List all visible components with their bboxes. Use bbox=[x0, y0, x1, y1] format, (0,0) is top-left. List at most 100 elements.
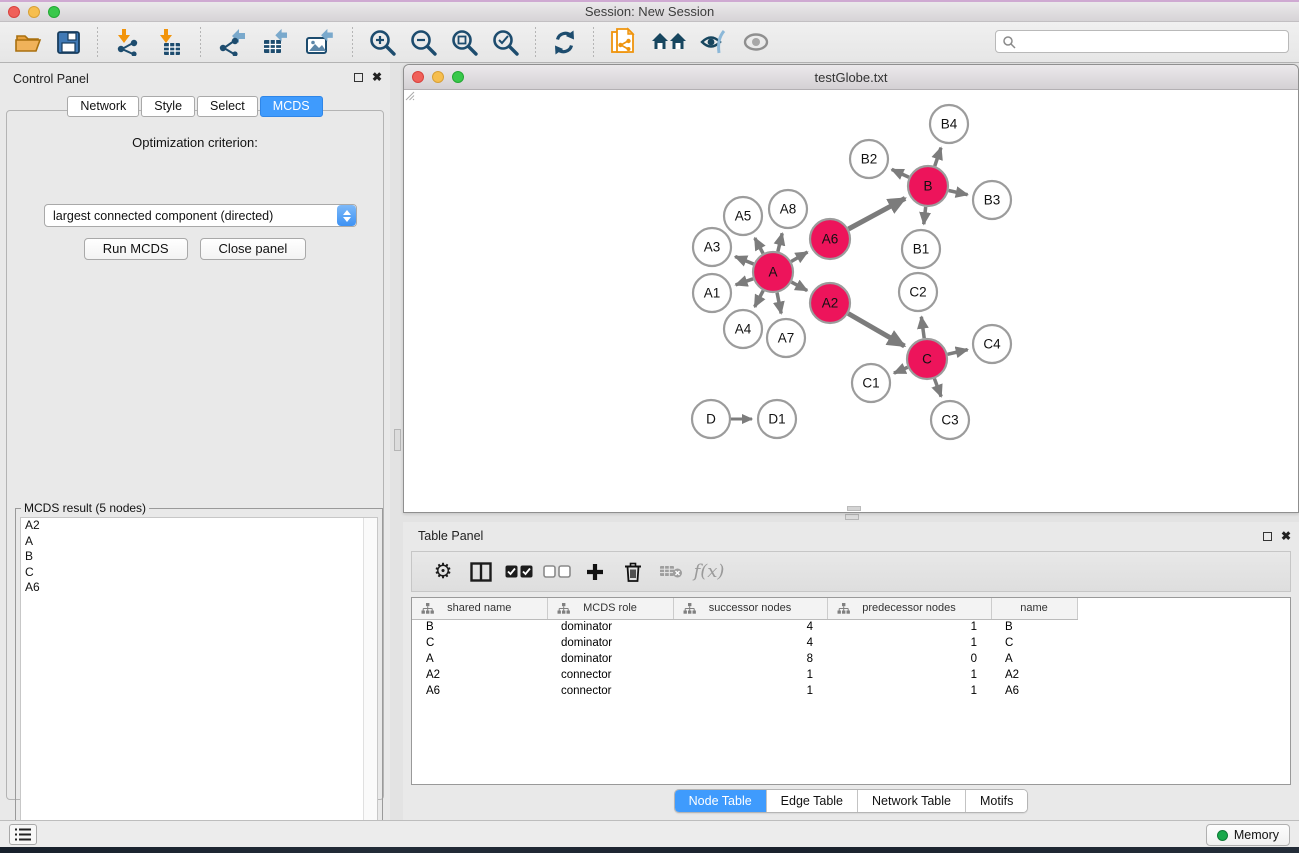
edge-B-B1[interactable] bbox=[924, 207, 926, 224]
table-row[interactable]: Bdominator41B bbox=[412, 619, 1290, 635]
split-divider-handle[interactable] bbox=[394, 429, 401, 451]
refresh-view-button[interactable] bbox=[545, 26, 584, 58]
delete-table-button[interactable] bbox=[652, 556, 690, 588]
node-C1[interactable]: C1 bbox=[852, 364, 890, 402]
node-A2[interactable]: A2 bbox=[810, 283, 850, 323]
table-row[interactable]: A6connector11A6 bbox=[412, 683, 1290, 699]
node-A5[interactable]: A5 bbox=[724, 197, 762, 235]
node-A8[interactable]: A8 bbox=[769, 190, 807, 228]
zoom-selected-button[interactable] bbox=[485, 26, 526, 58]
table-row[interactable]: Adominator80A bbox=[412, 651, 1290, 667]
close-panel-icon[interactable]: ✖ bbox=[372, 72, 382, 82]
search-input[interactable] bbox=[1020, 31, 1288, 52]
float-panel-icon[interactable] bbox=[354, 73, 363, 82]
edge-A-A4[interactable] bbox=[755, 291, 764, 307]
criterion-dropdown[interactable]: largest connected component (directed) bbox=[44, 204, 357, 227]
edge-C-C2[interactable] bbox=[921, 317, 924, 338]
node-B1[interactable]: B1 bbox=[902, 230, 940, 268]
split-divider-handle[interactable] bbox=[845, 514, 859, 520]
column-header-shared-name[interactable]: shared name bbox=[412, 598, 547, 619]
table-row[interactable]: Cdominator41C bbox=[412, 635, 1290, 651]
function-builder-button[interactable]: f(x) bbox=[690, 556, 728, 588]
edge-A-A3[interactable] bbox=[735, 256, 753, 264]
resize-grip-icon[interactable] bbox=[404, 90, 415, 101]
tab-motifs[interactable]: Motifs bbox=[966, 790, 1027, 812]
delete-column-button[interactable] bbox=[614, 556, 652, 588]
column-header-name[interactable]: name bbox=[991, 598, 1077, 619]
node-C[interactable]: C bbox=[907, 339, 947, 379]
close-panel-icon[interactable]: ✖ bbox=[1281, 531, 1291, 541]
edge-B-B4[interactable] bbox=[935, 148, 941, 166]
node-C4[interactable]: C4 bbox=[973, 325, 1011, 363]
mcds-result-list[interactable]: A2ABCA6 bbox=[20, 517, 378, 843]
show-columns-button[interactable] bbox=[462, 556, 500, 588]
node-A6[interactable]: A6 bbox=[810, 219, 850, 259]
edge-C-C3[interactable] bbox=[934, 379, 941, 397]
edge-C-C1[interactable] bbox=[894, 367, 908, 373]
node-A7[interactable]: A7 bbox=[767, 319, 805, 357]
export-image-button[interactable] bbox=[298, 26, 343, 58]
float-panel-icon[interactable] bbox=[1263, 532, 1272, 541]
zoom-out-button[interactable] bbox=[403, 26, 444, 58]
edge-A-A7[interactable] bbox=[777, 293, 781, 314]
tab-edge-table[interactable]: Edge Table bbox=[767, 790, 858, 812]
hide-graphics-details-button[interactable] bbox=[693, 26, 735, 58]
node-B[interactable]: B bbox=[908, 166, 948, 206]
node-A3[interactable]: A3 bbox=[693, 228, 731, 266]
show-graphics-details-button[interactable] bbox=[735, 26, 777, 58]
node-D[interactable]: D bbox=[692, 400, 730, 438]
table-row[interactable]: A2connector11A2 bbox=[412, 667, 1290, 683]
tab-network[interactable]: Network bbox=[67, 96, 139, 117]
node-B4[interactable]: B4 bbox=[930, 105, 968, 143]
mcds-result-item[interactable]: A2 bbox=[21, 518, 377, 534]
home-layout-button[interactable] bbox=[645, 26, 693, 58]
node-C2[interactable]: C2 bbox=[899, 273, 937, 311]
network-from-file-button[interactable] bbox=[603, 26, 645, 58]
network-canvas[interactable]: A A1 A2 A3 A4 A5 A6 A7 A8 B B1 B2 B3B4 C C1 C2 C3C4 D D1 bbox=[404, 90, 1298, 512]
edge-C-C4[interactable] bbox=[947, 350, 967, 355]
open-session-button[interactable] bbox=[8, 26, 49, 58]
node-A[interactable]: A bbox=[753, 252, 793, 292]
zoom-in-button[interactable] bbox=[362, 26, 403, 58]
node-A1[interactable]: A1 bbox=[693, 274, 731, 312]
edge-B-B3[interactable] bbox=[949, 190, 968, 194]
create-column-button[interactable] bbox=[576, 556, 614, 588]
tab-select[interactable]: Select bbox=[197, 96, 258, 117]
mcds-result-item[interactable]: A6 bbox=[21, 580, 377, 596]
node-D1[interactable]: D1 bbox=[758, 400, 796, 438]
edge-A6-B[interactable] bbox=[848, 198, 905, 229]
zoom-fit-button[interactable] bbox=[444, 26, 485, 58]
tab-mcds[interactable]: MCDS bbox=[260, 96, 323, 117]
node-B3[interactable]: B3 bbox=[973, 181, 1011, 219]
memory-button[interactable]: Memory bbox=[1206, 824, 1290, 846]
import-table-button[interactable] bbox=[149, 26, 191, 58]
tab-style[interactable]: Style bbox=[141, 96, 195, 117]
save-session-button[interactable] bbox=[49, 26, 88, 58]
node-C3[interactable]: C3 bbox=[931, 401, 969, 439]
export-network-button[interactable] bbox=[210, 26, 254, 58]
edge-A-A2[interactable] bbox=[791, 282, 807, 291]
column-header-mcds-role[interactable]: MCDS role bbox=[547, 598, 673, 619]
export-table-button[interactable] bbox=[254, 26, 298, 58]
edge-A-A6[interactable] bbox=[791, 252, 807, 261]
scrollbar[interactable] bbox=[363, 518, 377, 842]
mcds-result-item[interactable]: B bbox=[21, 549, 377, 565]
node-A4[interactable]: A4 bbox=[724, 310, 762, 348]
table-settings-button[interactable]: ⚙ bbox=[424, 556, 462, 588]
close-panel-button[interactable]: Close panel bbox=[200, 238, 307, 260]
select-all-columns-button[interactable] bbox=[500, 556, 538, 588]
edge-B-B2[interactable] bbox=[892, 169, 909, 177]
mcds-result-item[interactable]: A bbox=[21, 534, 377, 550]
deselect-all-columns-button[interactable] bbox=[538, 556, 576, 588]
node-B2[interactable]: B2 bbox=[850, 140, 888, 178]
import-network-button[interactable] bbox=[107, 26, 149, 58]
mcds-result-item[interactable]: C bbox=[21, 565, 377, 581]
tab-network-table[interactable]: Network Table bbox=[858, 790, 966, 812]
edge-A-A5[interactable] bbox=[755, 238, 763, 253]
tab-node-table[interactable]: Node Table bbox=[675, 790, 767, 812]
edge-A-A1[interactable] bbox=[736, 279, 754, 285]
task-history-button[interactable] bbox=[9, 824, 37, 845]
column-header-predecessor-nodes[interactable]: predecessor nodes bbox=[827, 598, 991, 619]
column-header-successor-nodes[interactable]: successor nodes bbox=[673, 598, 827, 619]
run-mcds-button[interactable]: Run MCDS bbox=[84, 238, 188, 260]
